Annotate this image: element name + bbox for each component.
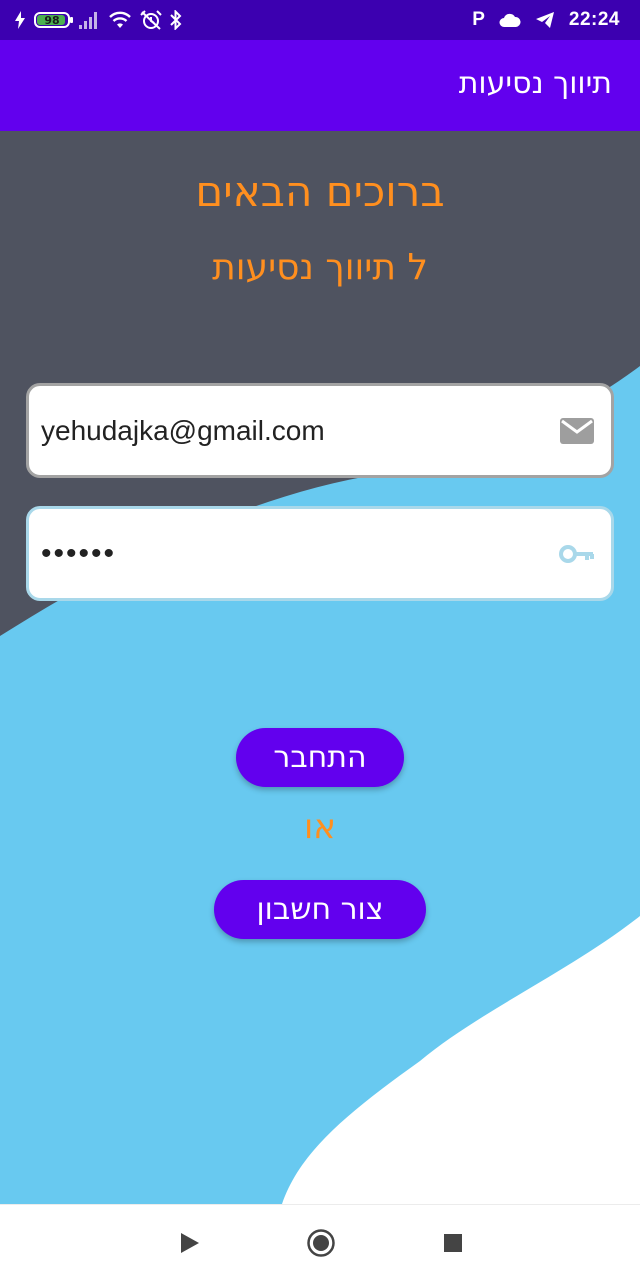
password-input[interactable]	[41, 509, 541, 598]
register-button[interactable]: צור חשבון	[214, 880, 426, 939]
status-bar: 98 P 22:24	[0, 0, 640, 40]
telegram-icon	[535, 12, 554, 28]
recents-button[interactable]	[437, 1227, 469, 1259]
wifi-icon	[109, 11, 131, 28]
key-icon	[559, 545, 594, 563]
bluetooth-icon	[170, 10, 182, 30]
home-circle-icon	[307, 1229, 335, 1257]
password-field[interactable]	[26, 506, 614, 601]
home-button[interactable]	[305, 1227, 337, 1259]
app-bar: תיווך נסיעות	[0, 40, 640, 131]
status-icons-left: 98	[14, 8, 182, 32]
battery-level: 98	[44, 13, 60, 27]
status-time: 22:24	[568, 9, 620, 30]
login-button[interactable]: התחבר	[236, 728, 404, 787]
recents-square-icon	[444, 1234, 462, 1252]
background-waves	[0, 366, 640, 1204]
back-triangle-icon	[181, 1233, 199, 1253]
welcome-subtitle: ל תיווך נסיעות	[212, 247, 428, 288]
back-button[interactable]	[174, 1227, 206, 1259]
cloud-icon	[499, 13, 521, 27]
login-screen: ברוכים הבאים ל תיווך נסיעות התחבר או צור…	[0, 131, 640, 1204]
email-field[interactable]	[26, 383, 614, 478]
navigation-bar	[0, 1204, 640, 1280]
alarm-off-icon	[140, 10, 162, 30]
app-title: תיווך נסיעות	[458, 66, 612, 101]
mail-icon	[560, 418, 594, 444]
email-input[interactable]	[41, 386, 541, 475]
status-icons-right: P 22:24	[472, 8, 620, 32]
or-label: או	[304, 807, 336, 847]
signal-icon	[79, 12, 97, 29]
parking-icon: P	[472, 9, 485, 30]
battery-icon: 98	[34, 12, 73, 28]
welcome-title: ברוכים הבאים	[195, 167, 445, 216]
charging-bolt-icon	[15, 11, 25, 29]
